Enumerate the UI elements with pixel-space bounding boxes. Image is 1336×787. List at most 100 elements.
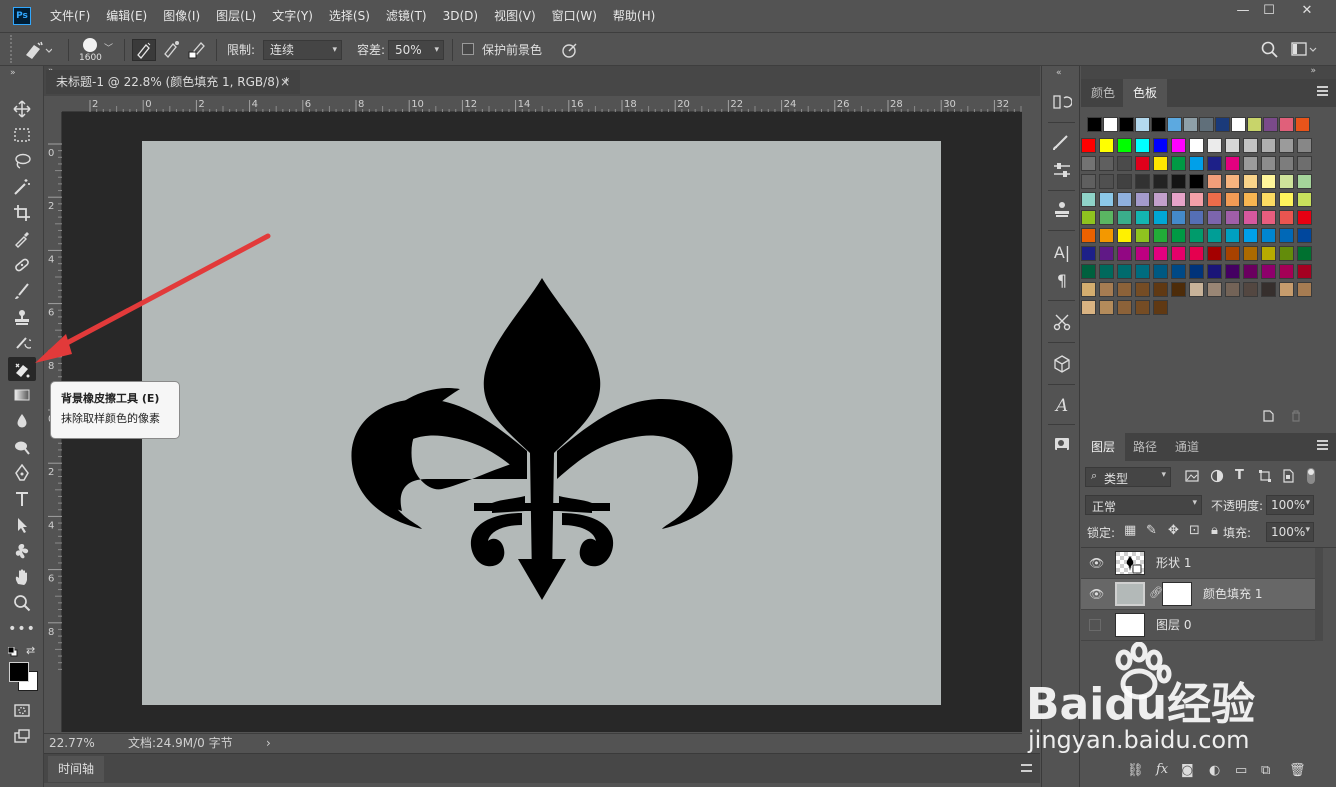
color-swatch[interactable] [1297, 246, 1312, 261]
timeline-tab[interactable]: 时间轴 [48, 756, 105, 782]
color-swatch[interactable] [1261, 246, 1276, 261]
clone-stamp-tool[interactable] [8, 305, 36, 329]
visibility-toggle-off[interactable] [1089, 619, 1101, 631]
recent-swatch[interactable] [1167, 117, 1182, 132]
color-swatch[interactable] [1099, 246, 1114, 261]
color-swatch[interactable] [1261, 156, 1276, 171]
recent-swatch[interactable] [1247, 117, 1262, 132]
group-folder-icon[interactable]: ▭ [1235, 763, 1247, 778]
color-swatch[interactable] [1117, 210, 1132, 225]
color-swatch[interactable] [1189, 174, 1204, 189]
color-swatch[interactable] [1153, 192, 1168, 207]
color-swatch[interactable] [1189, 138, 1204, 153]
color-swatch[interactable] [1135, 156, 1150, 171]
color-swatch[interactable] [1243, 156, 1258, 171]
color-swatch[interactable] [1297, 174, 1312, 189]
color-swatch[interactable] [1297, 264, 1312, 279]
color-swatch[interactable] [1135, 282, 1150, 297]
more-tools-button[interactable]: ••• [8, 617, 36, 641]
link-icon[interactable]: 🔗︎ [1149, 586, 1163, 599]
blend-mode-dropdown[interactable]: 正常 ▾ [1085, 495, 1202, 515]
color-swatch[interactable] [1099, 264, 1114, 279]
sampling-continuous-button[interactable] [132, 39, 156, 61]
delete-swatch-button[interactable] [1289, 409, 1303, 423]
tab-swatches[interactable]: 色板 [1123, 79, 1168, 107]
color-swatch[interactable] [1279, 210, 1294, 225]
custom-shape-tool[interactable] [8, 539, 36, 563]
panel-menu-icon[interactable] [1317, 86, 1328, 96]
color-swatch[interactable] [1207, 156, 1222, 171]
recent-swatch[interactable] [1119, 117, 1134, 132]
color-swatch[interactable] [1279, 156, 1294, 171]
color-swatch[interactable] [1081, 282, 1096, 297]
color-swatch[interactable] [1117, 138, 1132, 153]
color-swatch[interactable] [1153, 300, 1168, 315]
status-menu-arrow[interactable]: › [266, 734, 271, 752]
color-swatch[interactable] [1225, 228, 1240, 243]
color-swatch[interactable] [1081, 192, 1096, 207]
brush-size-picker[interactable]: 1600 ﹀ [78, 35, 118, 65]
color-swatch[interactable] [1135, 210, 1150, 225]
color-swatch[interactable] [1207, 282, 1222, 297]
glyphs-panel-button[interactable]: A [1049, 394, 1075, 418]
color-swatch[interactable] [1135, 264, 1150, 279]
tab-color[interactable]: 颜色 [1081, 79, 1125, 107]
pressure-size-button[interactable] [560, 40, 580, 60]
foreground-color-swatch[interactable] [9, 662, 29, 682]
color-swatch[interactable] [1117, 264, 1132, 279]
path-selection-tool[interactable] [8, 513, 36, 537]
document-tab[interactable]: 未标题-1 @ 22.8% (颜色填充 1, RGB/8) * × [46, 70, 300, 94]
fill-input[interactable]: 100% ▾ [1266, 522, 1314, 542]
layer-filter-dropdown[interactable]: ⌕ 类型 ▾ [1085, 467, 1171, 487]
color-swatch[interactable] [1225, 138, 1240, 153]
color-swatch[interactable] [1243, 210, 1258, 225]
menu-window[interactable]: 窗口(W) [544, 0, 605, 32]
color-swatch[interactable] [1135, 228, 1150, 243]
color-swatch[interactable] [1225, 156, 1240, 171]
blur-tool[interactable] [8, 409, 36, 433]
color-swatch[interactable] [1207, 192, 1222, 207]
zoom-tool[interactable] [8, 591, 36, 615]
color-swatch[interactable] [1261, 264, 1276, 279]
collapse-icon[interactable]: « [1056, 68, 1062, 78]
new-layer-icon[interactable]: ⧉ [1261, 763, 1270, 778]
color-swatch[interactable] [1171, 228, 1186, 243]
color-swatch[interactable] [1207, 174, 1222, 189]
color-swatch[interactable] [1189, 228, 1204, 243]
close-window-button[interactable]: ✕ [1290, 0, 1324, 24]
link-layers-icon[interactable]: ⛓︎ [1127, 763, 1144, 778]
color-swatch[interactable] [1279, 282, 1294, 297]
protect-foreground-checkbox[interactable] [462, 43, 474, 55]
new-swatch-button[interactable] [1261, 409, 1275, 423]
color-swatch[interactable] [1153, 264, 1168, 279]
menu-select[interactable]: 选择(S) [321, 0, 378, 32]
color-swatch[interactable] [1279, 174, 1294, 189]
search-button[interactable] [1260, 40, 1280, 60]
color-swatch[interactable] [1225, 282, 1240, 297]
recent-swatch[interactable] [1135, 117, 1150, 132]
menu-image[interactable]: 图像(I) [155, 0, 208, 32]
color-swatch[interactable] [1297, 156, 1312, 171]
magic-wand-tool[interactable] [8, 175, 36, 199]
gradient-tool[interactable] [8, 383, 36, 407]
color-swatch[interactable] [1135, 174, 1150, 189]
color-swatch[interactable] [1189, 264, 1204, 279]
color-swatch[interactable] [1099, 228, 1114, 243]
recent-swatch[interactable] [1295, 117, 1310, 132]
color-swatch[interactable] [1225, 264, 1240, 279]
hand-tool[interactable] [8, 565, 36, 589]
type-tool[interactable] [8, 487, 36, 511]
recent-swatch[interactable] [1151, 117, 1166, 132]
add-mask-icon[interactable]: ◙ [1181, 763, 1194, 778]
color-swatch[interactable] [1153, 282, 1168, 297]
fx-icon[interactable]: fx [1156, 762, 1168, 777]
filter-pixel-button[interactable] [1185, 469, 1199, 483]
panel-menu-icon[interactable] [1317, 440, 1328, 450]
close-icon[interactable]: × [280, 70, 290, 94]
adjustments-button[interactable] [1049, 158, 1075, 182]
color-swatch[interactable] [1243, 192, 1258, 207]
color-swatch[interactable] [1207, 264, 1222, 279]
brush-tool[interactable] [8, 279, 36, 303]
maximize-button[interactable]: ☐ [1252, 0, 1286, 24]
healing-brush-tool[interactable] [8, 253, 36, 277]
